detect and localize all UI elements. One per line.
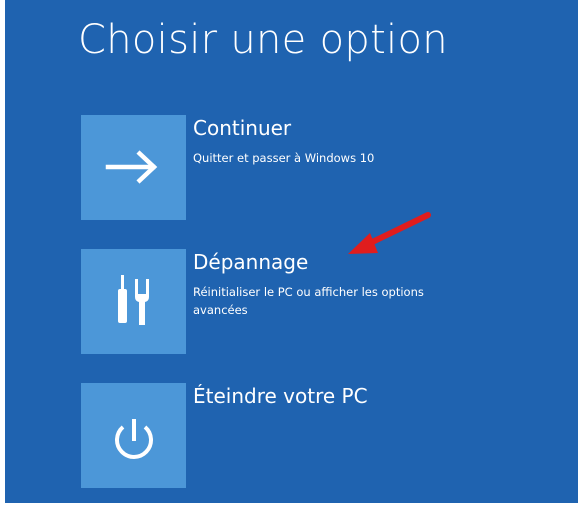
option-troubleshoot-tile[interactable] <box>81 249 186 354</box>
page-title: Choisir une option <box>78 17 448 63</box>
option-shutdown[interactable]: Éteindre votre PC <box>81 383 521 491</box>
option-continue-tile[interactable] <box>81 115 186 220</box>
option-continue-title: Continuer <box>193 116 292 140</box>
tools-icon <box>118 275 149 325</box>
option-troubleshoot-description: Réinitialiser le PC ou afficher les opti… <box>193 285 424 317</box>
option-continue[interactable]: Continuer Quitter et passer à Windows 10 <box>81 115 521 223</box>
option-shutdown-tile[interactable] <box>81 383 186 488</box>
red-arrow-icon <box>348 212 431 254</box>
arrow-right-icon <box>105 150 158 184</box>
option-troubleshoot-title: Dépannage <box>193 250 309 274</box>
power-icon <box>115 419 153 459</box>
recovery-screen: Choisir une option Continuer Quitter et … <box>5 0 578 503</box>
option-troubleshoot[interactable]: Dépannage Réinitialiser le PC ou affiche… <box>81 249 521 357</box>
option-shutdown-title: Éteindre votre PC <box>193 384 368 408</box>
option-continue-description: Quitter et passer à Windows 10 <box>193 151 375 165</box>
